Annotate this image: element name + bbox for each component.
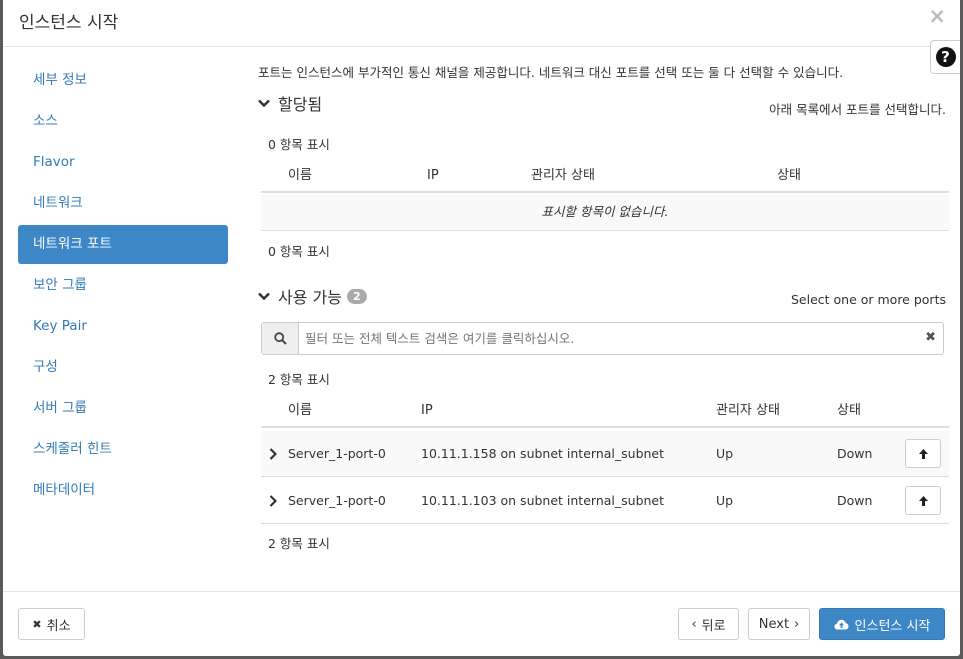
allocated-title: 할당됨	[278, 95, 323, 114]
port-name: Server_1-port-0	[288, 493, 386, 508]
column-header-admin-state[interactable]: 관리자 상태	[531, 159, 595, 193]
back-label: 뒤로	[701, 618, 726, 634]
modal-header: 인스턴스 시작 ×	[3, 0, 960, 47]
arrow-up-icon	[918, 448, 928, 459]
launch-instance-button[interactable]: 인스턴스 시작	[819, 608, 945, 640]
sidebar-item-key-pair[interactable]: Key Pair	[18, 307, 228, 346]
chevron-right-icon: ›	[794, 616, 800, 632]
wizard-sidebar: 세부 정보 소스 Flavor 네트워크 네트워크 포트 보안 그룹 Key P…	[18, 61, 228, 512]
available-section-toggle[interactable]: 사용 가능 2	[258, 284, 367, 308]
chevron-right-icon[interactable]	[269, 448, 277, 460]
close-icon[interactable]: ×	[928, 4, 946, 28]
allocated-help: 아래 목록에서 포트를 선택합니다.	[769, 102, 946, 117]
column-header-status[interactable]: 상태	[837, 394, 861, 428]
help-button[interactable]: ?	[930, 40, 960, 74]
sidebar-item-metadata[interactable]: 메타데이터	[18, 471, 228, 510]
column-header-ip[interactable]: IP	[421, 394, 433, 428]
table-row: Server_1-port-0 10.11.1.158 on subnet in…	[261, 431, 949, 477]
sidebar-item-source[interactable]: 소스	[18, 102, 228, 141]
launch-label: 인스턴스 시작	[854, 618, 931, 634]
chevron-right-icon[interactable]	[269, 495, 277, 507]
allocate-port-button[interactable]	[905, 439, 941, 468]
sidebar-item-flavor[interactable]: Flavor	[18, 143, 228, 182]
allocated-table-header: 이름 IP 관리자 상태 상태	[261, 159, 949, 193]
port-admin-state: Up	[716, 446, 734, 461]
table-row: Server_1-port-0 10.11.1.103 on subnet in…	[261, 478, 949, 524]
sidebar-item-security-groups[interactable]: 보안 그룹	[18, 266, 228, 305]
clear-search-icon[interactable]: ✖	[925, 330, 936, 345]
next-button[interactable]: Next ›	[748, 608, 810, 640]
chevron-down-icon	[258, 292, 270, 301]
question-icon: ?	[935, 47, 956, 67]
column-header-admin-state[interactable]: 관리자 상태	[716, 394, 780, 428]
port-ip: 10.11.1.158 on subnet internal_subnet	[421, 446, 665, 461]
column-header-status[interactable]: 상태	[777, 159, 801, 193]
cloud-upload-icon	[834, 619, 849, 629]
column-header-name[interactable]: 이름	[288, 159, 312, 193]
available-table-header: 이름 IP 관리자 상태 상태	[261, 394, 949, 428]
modal-footer: ✖ 취소 ‹ 뒤로 Next › 인스턴스 시작	[3, 591, 960, 656]
sidebar-item-configuration[interactable]: 구성	[18, 348, 228, 387]
available-help: Select one or more ports	[790, 292, 946, 307]
available-title: 사용 가능	[278, 288, 342, 307]
allocate-port-button[interactable]	[905, 486, 941, 515]
sidebar-item-details[interactable]: 세부 정보	[18, 61, 228, 100]
column-header-name[interactable]: 이름	[288, 394, 312, 428]
port-status: Down	[837, 446, 873, 461]
search-bar: ✖	[261, 322, 944, 355]
available-count-badge: 2	[346, 288, 367, 304]
intro-text: 포트는 인스턴스에 부가적인 통신 채널을 제공합니다. 네트워크 대신 포트를…	[258, 65, 844, 80]
allocated-count-top: 0 항목 표시	[268, 137, 330, 152]
close-icon: ✖	[32, 617, 42, 631]
search-icon	[273, 332, 287, 345]
available-count-top: 2 항목 표시	[268, 372, 330, 387]
sidebar-item-server-groups[interactable]: 서버 그룹	[18, 389, 228, 428]
modal-title: 인스턴스 시작	[19, 13, 119, 33]
allocated-count-bottom: 0 항목 표시	[268, 244, 330, 259]
sidebar-item-network[interactable]: 네트워크	[18, 184, 228, 223]
launch-instance-modal: 인스턴스 시작 × ? 세부 정보 소스 Flavor 네트워크 네트워크 포트…	[3, 0, 960, 656]
next-label: Next	[758, 616, 790, 632]
chevron-down-icon	[258, 99, 270, 108]
port-ip: 10.11.1.103 on subnet internal_subnet	[421, 493, 665, 508]
empty-table-row: 표시할 항목이 없습니다.	[261, 195, 949, 231]
allocated-section-toggle[interactable]: 할당됨	[258, 91, 322, 115]
sidebar-item-network-ports[interactable]: 네트워크 포트	[18, 225, 228, 264]
arrow-up-icon	[918, 495, 928, 506]
cancel-label: 취소	[46, 618, 71, 634]
sidebar-item-scheduler-hints[interactable]: 스케줄러 힌트	[18, 430, 228, 469]
port-admin-state: Up	[716, 493, 734, 508]
available-count-bottom: 2 항목 표시	[268, 536, 330, 551]
cancel-button[interactable]: ✖ 취소	[18, 608, 85, 640]
port-name: Server_1-port-0	[288, 446, 386, 461]
port-status: Down	[837, 493, 873, 508]
search-addon[interactable]	[262, 323, 299, 354]
chevron-left-icon: ‹	[691, 616, 697, 632]
back-button[interactable]: ‹ 뒤로	[678, 608, 739, 640]
column-header-ip[interactable]: IP	[427, 159, 439, 193]
search-input[interactable]	[300, 323, 920, 354]
